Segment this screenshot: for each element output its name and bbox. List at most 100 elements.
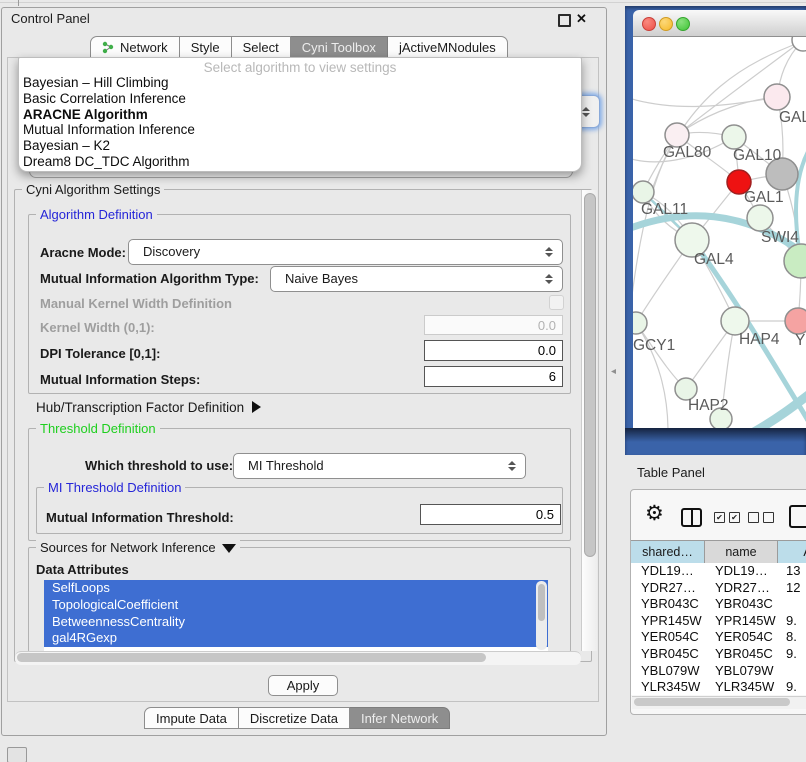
table-row[interactable]: YDL19… YDL19… 13: [631, 563, 806, 580]
node-label: HAP2: [688, 397, 729, 415]
table-row[interactable]: YDR27… YDR27… 12: [631, 580, 806, 597]
stepper-icon: [582, 107, 590, 117]
node-label: GCY1: [633, 337, 675, 355]
network-node-salmon[interactable]: [785, 308, 806, 334]
table-row[interactable]: YBR045C YBR045C 9.: [631, 646, 806, 663]
node-label: GAL11: [641, 201, 688, 219]
table-row[interactable]: YPR145W YPR145W 9.: [631, 613, 806, 630]
node-label: HAP4: [739, 331, 780, 349]
dropdown-item[interactable]: Bayesian – Hill Climbing: [23, 75, 577, 91]
network-node-swi4[interactable]: [784, 244, 806, 278]
manual-kernel-checkbox[interactable]: [549, 295, 564, 310]
dpi-tolerance-input[interactable]: 0.0: [424, 340, 563, 361]
mi-steps-label: Mutual Information Steps:: [40, 372, 200, 387]
dropdown-item-selected[interactable]: ARACNE Algorithm: [23, 107, 577, 123]
dropdown-item[interactable]: Dream8 DC_TDC Algorithm: [23, 154, 577, 170]
network-node-gal11[interactable]: [633, 181, 654, 203]
stepper-icon: [545, 274, 553, 284]
table-hscrollbar-thumb[interactable]: [634, 698, 790, 706]
node-label: GAL: [779, 109, 806, 127]
settings-vscrollbar-thumb[interactable]: [584, 193, 596, 557]
column-header-name[interactable]: name: [705, 541, 778, 563]
table-body: YDL19… YDL19… 13 YDR27… YDR27… 12 YBR043…: [631, 563, 806, 695]
mi-type-select[interactable]: Naive Bayes: [270, 266, 563, 292]
node-label: SWI4: [761, 229, 799, 247]
mi-threshold-label: Mutual Information Threshold:: [46, 510, 234, 525]
function-builder-icon[interactable]: [789, 505, 806, 528]
list-item-selected[interactable]: TopologicalCoefficient: [44, 597, 548, 614]
sources-disclosure[interactable]: Sources for Network Inference: [36, 540, 240, 555]
columns-icon[interactable]: [681, 508, 702, 527]
table-row[interactable]: YER054C YER054C 8.: [631, 629, 806, 646]
kernel-width-input[interactable]: 0.0: [424, 315, 563, 335]
network-node-gcy1[interactable]: [633, 312, 647, 334]
table-row[interactable]: YLR345W YLR345W 9.: [631, 679, 806, 695]
bottom-tabbar: Impute Data Discretize Data Infer Networ…: [144, 707, 450, 729]
select-all-checkboxes-icon[interactable]: ✔ ✔: [714, 512, 740, 523]
column-header-shared-name[interactable]: shared…: [631, 541, 705, 563]
tab-discretize-data[interactable]: Discretize Data: [239, 707, 350, 729]
network-node[interactable]: [747, 205, 773, 231]
deselect-all-checkboxes-icon[interactable]: [748, 512, 774, 523]
dropdown-item[interactable]: Basic Correlation Inference: [23, 91, 577, 107]
gear-icon[interactable]: ⚙: [645, 503, 664, 524]
list-item-selected[interactable]: SelfLoops: [44, 580, 548, 597]
table-header-row: shared… name A: [631, 540, 806, 564]
column-header-clipped[interactable]: A: [778, 541, 806, 563]
close-icon[interactable]: ✕: [576, 11, 587, 27]
network-node[interactable]: [792, 37, 806, 51]
apply-button[interactable]: Apply: [268, 675, 338, 696]
unchecked-box-icon: [748, 512, 759, 523]
list-scrollbar-thumb[interactable]: [538, 584, 545, 621]
tab-cyni-toolbox[interactable]: Cyni Toolbox: [291, 36, 388, 58]
tab-jactivemnodules[interactable]: jActiveMNodules: [388, 36, 508, 58]
node-label: GAL1: [744, 189, 784, 207]
float-window-icon[interactable]: [558, 14, 571, 27]
tab-select[interactable]: Select: [232, 36, 291, 58]
network-icon: [102, 41, 115, 54]
app-root: Control Panel ✕ Network Style Select Cyn…: [0, 0, 806, 762]
control-panel-tabbar: Network Style Select Cyni Toolbox jActiv…: [90, 36, 508, 58]
settings-hscrollbar-thumb[interactable]: [17, 653, 486, 662]
dropdown-item[interactable]: Bayesian – K2: [23, 138, 577, 154]
table-row[interactable]: YBL079W YBL079W: [631, 663, 806, 680]
dropdown-placeholder: Select algorithm to view settings: [19, 60, 581, 75]
table-row[interactable]: YBR043C YBR043C: [631, 596, 806, 613]
zoom-traffic-light-icon[interactable]: [676, 17, 690, 31]
network-node-gal10[interactable]: [722, 125, 746, 149]
group-title: Cyni Algorithm Settings: [22, 182, 164, 197]
manual-kernel-label: Manual Kernel Width Definition: [40, 296, 232, 311]
list-item-selected[interactable]: gal4RGexp: [44, 630, 548, 647]
network-canvas[interactable]: GAL GAL80 GAL10 GAL1 GAL11 SWI4 GAL4 GCY…: [633, 37, 806, 428]
hub-definition-disclosure[interactable]: Hub/Transcription Factor Definition: [36, 400, 261, 415]
mi-threshold-input[interactable]: 0.5: [420, 504, 561, 525]
unchecked-box-icon: [763, 512, 774, 523]
network-node-gal[interactable]: [764, 84, 790, 110]
divider-tick: [18, 0, 19, 6]
aracne-mode-select[interactable]: Discovery: [128, 239, 563, 265]
splitter-handle[interactable]: [611, 369, 616, 374]
control-panel-title: Control Panel: [11, 11, 90, 26]
tab-infer-network[interactable]: Infer Network: [350, 707, 450, 729]
tab-network[interactable]: Network: [90, 36, 180, 58]
mi-threshold-definition-title: MI Threshold Definition: [44, 480, 185, 495]
minimized-panel-icon[interactable]: [7, 747, 27, 762]
tab-impute-data[interactable]: Impute Data: [144, 707, 239, 729]
tab-style[interactable]: Style: [180, 36, 232, 58]
chevron-right-icon: [252, 401, 261, 413]
divider: [0, 2, 806, 3]
algorithm-definition-title: Algorithm Definition: [36, 207, 157, 222]
window-shadow: [625, 428, 806, 442]
list-item-selected[interactable]: BetweennessCentrality: [44, 614, 548, 631]
close-traffic-light-icon[interactable]: [642, 17, 656, 31]
kernel-width-label: Kernel Width (0,1):: [40, 320, 155, 335]
checked-box-icon: ✔: [714, 512, 725, 523]
dropdown-item[interactable]: Mutual Information Inference: [23, 122, 577, 138]
which-threshold-select[interactable]: MI Threshold: [233, 453, 526, 479]
checked-box-icon: ✔: [729, 512, 740, 523]
mi-steps-input[interactable]: 6: [424, 366, 563, 387]
table-panel-title: Table Panel: [637, 465, 705, 480]
stepper-icon: [508, 461, 516, 471]
minimize-traffic-light-icon[interactable]: [659, 17, 673, 31]
mi-type-label: Mutual Information Algorithm Type:: [40, 271, 259, 286]
